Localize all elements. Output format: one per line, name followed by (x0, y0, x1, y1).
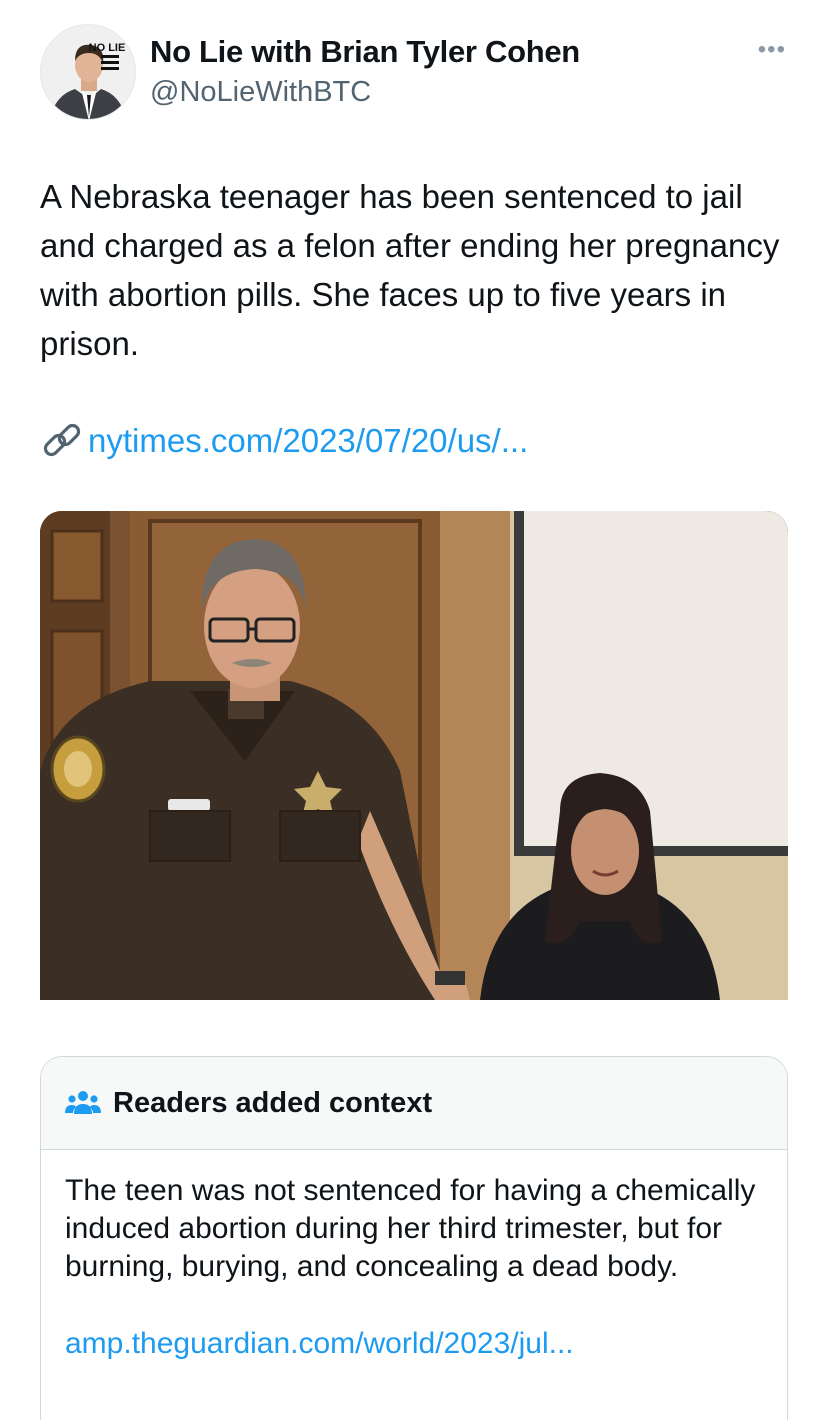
avatar-badge-text: NO LIE (89, 42, 126, 54)
tweet-link[interactable]: nytimes.com/2023/07/20/us/... (40, 416, 528, 466)
community-note-header: Readers added context (41, 1057, 787, 1150)
author-name[interactable]: No Lie with Brian Tyler Cohen (150, 34, 580, 70)
community-note: Readers added context The teen was not s… (40, 1056, 788, 1420)
author-avatar[interactable]: NO LIE (40, 24, 136, 120)
tweet-link-url[interactable]: nytimes.com/2023/07/20/us/... (88, 422, 528, 460)
tweet-text: A Nebraska teenager has been sentenced t… (40, 178, 780, 362)
community-note-title: Readers added context (113, 1086, 433, 1119)
author-handle[interactable]: @NoLieWithBTC (150, 76, 371, 109)
link-chain-icon (43, 423, 81, 457)
people-icon (65, 1091, 101, 1114)
more-options-icon[interactable]: ••• (758, 38, 786, 62)
community-note-link[interactable]: amp.theguardian.com/world/2023/jul... (65, 1327, 574, 1361)
tweet-photo[interactable] (40, 511, 788, 1000)
community-note-body: The teen was not sentenced for having a … (65, 1174, 756, 1283)
tweet-header: NO LIE No Lie with Brian Tyler Cohen @No… (40, 24, 788, 124)
